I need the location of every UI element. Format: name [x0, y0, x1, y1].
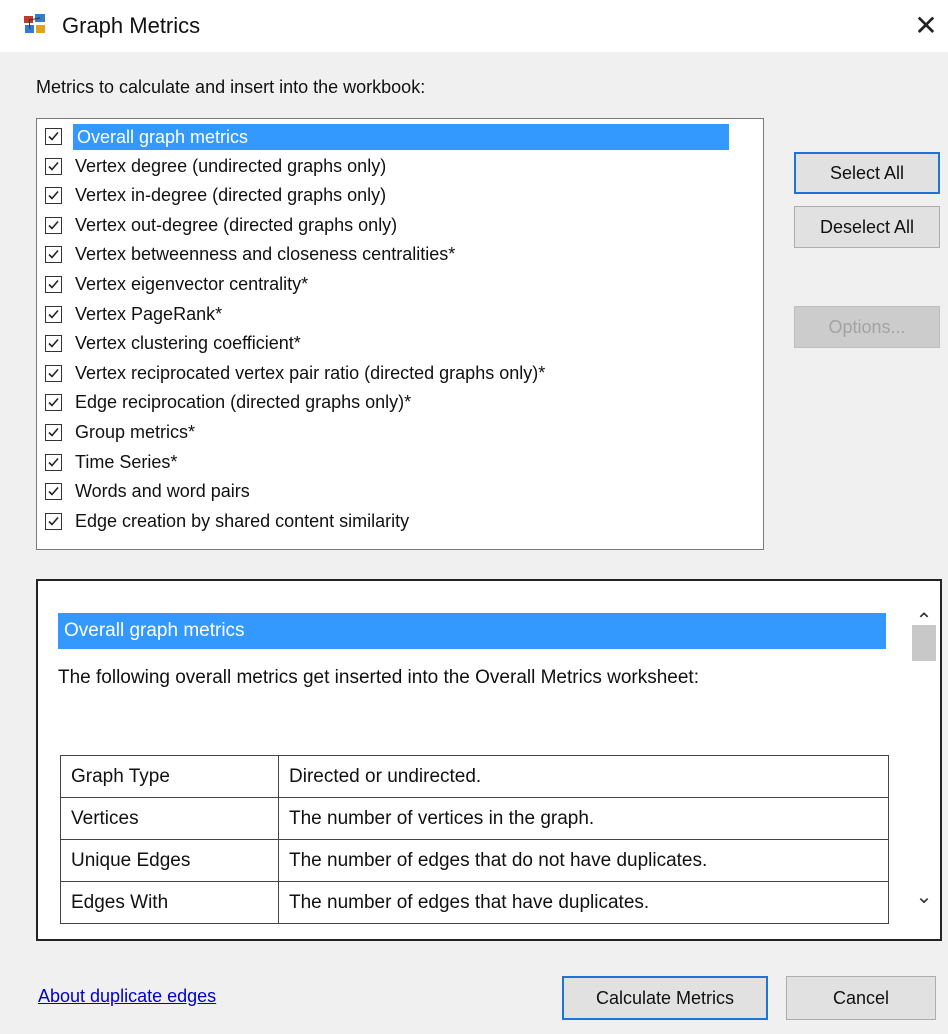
metric-label: Edge creation by shared content similari…	[75, 510, 410, 531]
metric-list-item[interactable]: Time Series*	[41, 449, 725, 479]
metric-checkbox[interactable]	[45, 424, 62, 441]
metric-label: Vertex in-degree (directed graphs only)	[75, 185, 387, 206]
close-button[interactable]: ✕	[908, 8, 944, 44]
checkmark-icon	[48, 161, 59, 171]
metric-description-cell: The number of edges that have duplicates…	[278, 881, 889, 924]
about-duplicate-edges-link[interactable]: About duplicate edges	[38, 986, 216, 1007]
metric-checkbox[interactable]	[45, 335, 62, 353]
close-icon: ✕	[914, 10, 938, 41]
metrics-checklist[interactable]: Overall graph metrics Vertex degree (undi…	[36, 118, 764, 550]
app-icon	[24, 14, 46, 34]
metric-name-cell: Vertices	[60, 797, 279, 840]
checkmark-icon	[48, 398, 59, 408]
metric-label: Vertex degree (undirected graphs only)	[75, 155, 387, 176]
metric-list-item[interactable]: Vertex out-degree (directed graphs only)	[41, 212, 725, 242]
title-bar: Graph Metrics ✕	[0, 0, 948, 52]
metric-checkbox[interactable]	[45, 512, 62, 530]
description-text: The following overall metrics get insert…	[58, 667, 699, 688]
metrics-description-table: Graph Type Directed or undirected. Vertice…	[60, 755, 889, 924]
metric-list-item[interactable]: Group metrics*	[41, 419, 725, 449]
checkmark-icon	[48, 309, 59, 319]
metric-label: Group metrics*	[75, 422, 196, 442]
metric-description-cell: The number of vertices in the graph.	[278, 797, 889, 840]
metric-description-cell: Directed or undirected.	[278, 755, 889, 798]
table-row: Vertices The number of vertices in the gr…	[60, 797, 889, 840]
metric-name-cell: Edges With	[60, 881, 279, 924]
metric-label: Vertex eigenvector centrality*	[75, 274, 309, 294]
table-row: Edges With The number of edges that have …	[60, 881, 889, 924]
cancel-button[interactable]: Cancel	[786, 976, 936, 1020]
metric-label: Vertex betweenness and closeness central…	[75, 244, 456, 265]
metric-list-item[interactable]: Vertex in-degree (directed graphs only)	[41, 182, 725, 212]
calculate-metrics-button[interactable]: Calculate Metrics	[562, 976, 768, 1020]
metric-list-item[interactable]: Edge creation by shared content similari…	[41, 508, 725, 538]
metric-checkbox[interactable]	[45, 364, 62, 382]
metric-checkbox[interactable]	[45, 276, 62, 293]
checkmark-icon	[48, 131, 59, 141]
metric-label: Edge reciprocation (directed graphs only…	[75, 392, 412, 413]
description-title: Overall graph metrics	[58, 613, 886, 649]
checkmark-icon	[48, 457, 59, 467]
description-scrollbar[interactable]: ⌃ ⌄	[908, 581, 940, 939]
metric-label: Vertex PageRank*	[75, 303, 223, 324]
scroll-down-icon[interactable]: ⌄	[908, 877, 940, 917]
metric-checkbox[interactable]	[45, 305, 62, 323]
metric-checkbox[interactable]	[45, 187, 62, 205]
metrics-label: Metrics to calculate and insert into the…	[36, 77, 426, 97]
checkmark-icon	[48, 516, 59, 526]
checkmark-icon	[48, 427, 59, 437]
metric-label: Words and word pairs	[75, 481, 250, 502]
metric-list-item[interactable]: Words and word pairs	[41, 478, 725, 508]
scroll-up-icon[interactable]: ⌃	[763, 119, 764, 153]
metric-label: Vertex out-degree (directed graphs only)	[75, 214, 398, 235]
metric-list-item[interactable]: Vertex reciprocated vertex pair ratio (d…	[41, 360, 725, 390]
metric-name-cell: Unique Edges	[60, 839, 279, 882]
metric-list-item[interactable]: Vertex betweenness and closeness central…	[41, 241, 725, 271]
metric-checkbox[interactable]	[45, 483, 62, 501]
checkmark-icon	[48, 339, 59, 348]
scroll-down-icon[interactable]: ⌄	[763, 515, 764, 549]
checkmark-icon	[48, 279, 59, 289]
options-button: Options...	[794, 306, 940, 348]
description-panel[interactable]: Overall graph metrics The following over…	[36, 579, 942, 941]
metric-name-cell: Graph Type	[60, 755, 279, 798]
select-all-button[interactable]: Select All	[794, 152, 940, 194]
metric-label: Overall graph metrics	[73, 124, 729, 150]
metric-checkbox[interactable]	[45, 128, 62, 145]
metric-list-item[interactable]: Overall graph metrics	[41, 123, 729, 153]
metric-checkbox[interactable]	[45, 453, 62, 471]
checkmark-icon	[48, 368, 59, 378]
metrics-list-scrollbar[interactable]: ⌃ ⌄	[763, 119, 764, 549]
metric-label: Time Series*	[75, 451, 178, 472]
metric-list-item[interactable]: Vertex clustering coefficient*	[41, 330, 725, 360]
checkmark-icon	[48, 220, 59, 230]
metric-list-item[interactable]: Vertex eigenvector centrality*	[41, 271, 725, 301]
table-row: Graph Type Directed or undirected.	[60, 755, 889, 798]
metric-checkbox[interactable]	[45, 157, 62, 175]
metric-checkbox[interactable]	[45, 216, 62, 234]
metric-list-item[interactable]: Vertex PageRank*	[41, 301, 725, 331]
metric-description-cell: The number of edges that do not have dup…	[278, 839, 889, 882]
metric-checkbox[interactable]	[45, 246, 62, 264]
scrollbar-thumb[interactable]	[912, 625, 936, 661]
checkmark-icon	[48, 191, 59, 200]
metric-checkbox[interactable]	[45, 394, 62, 412]
metric-label: Vertex reciprocated vertex pair ratio (d…	[75, 362, 546, 383]
table-row: Unique Edges The number of edges that do …	[60, 839, 889, 882]
metric-list-item[interactable]: Vertex degree (undirected graphs only)	[41, 153, 725, 183]
window-title: Graph Metrics	[62, 13, 201, 38]
checkmark-icon	[48, 250, 59, 260]
checkmark-icon	[48, 487, 59, 496]
metric-list-item[interactable]: Edge reciprocation (directed graphs only…	[41, 389, 725, 419]
metric-label: Vertex clustering coefficient*	[75, 333, 301, 354]
deselect-all-button[interactable]: Deselect All	[794, 206, 940, 248]
